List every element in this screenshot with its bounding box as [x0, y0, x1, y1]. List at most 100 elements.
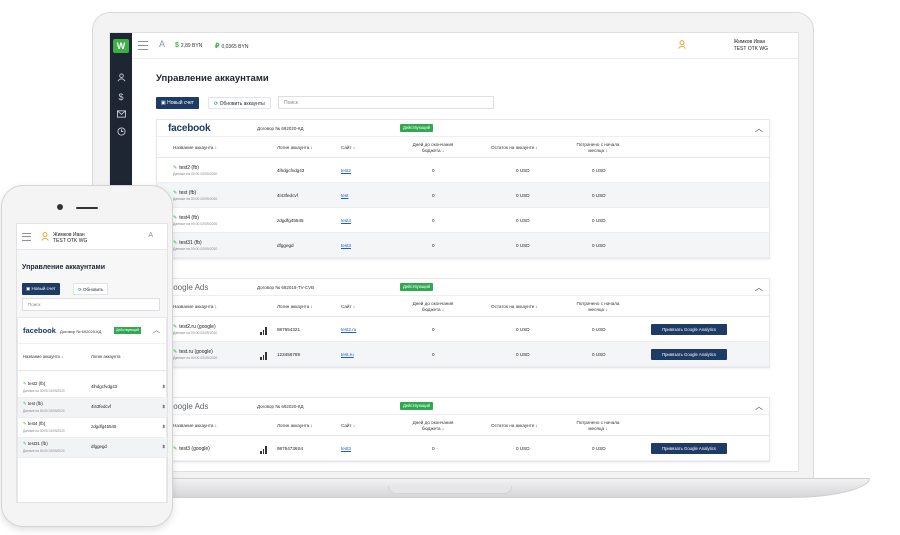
edit-icon[interactable]: ✎	[173, 215, 177, 221]
col-site[interactable]: Сайт ↓	[341, 423, 355, 429]
search-input[interactable]: Поиск	[278, 96, 494, 109]
table-row[interactable]: ✎ test.ru (google) Данные на 00:00 02/09/…	[157, 342, 769, 367]
card-header[interactable]: facebook Договор № 692020-КД Действующий…	[157, 120, 769, 137]
table-row[interactable]: ✎ test4 (fb) Данные на 00:00 02/09/2020 z…	[157, 208, 769, 233]
edit-icon[interactable]: ✎	[173, 446, 177, 452]
page-title: Управление аккаунтами	[22, 264, 106, 271]
brand-logo[interactable]: W	[113, 39, 129, 53]
language-icon[interactable]: A	[159, 39, 165, 49]
login: 4lhdgcfvdg43	[277, 168, 305, 173]
link-google-analytics-button[interactable]: Привязать Google Analytics	[651, 324, 727, 335]
new-account-button[interactable]: ▣ Новый счет	[156, 97, 199, 109]
col-days[interactable]: Дней до окончания бюджета ↓	[403, 420, 463, 431]
update-button[interactable]: ⟳ Обновить	[73, 283, 109, 295]
site-link[interactable]: test3	[341, 446, 351, 451]
col-days[interactable]: Дней до окончания бюджета ↓	[403, 142, 463, 153]
account-name: ✎ test4 (fb)	[23, 421, 46, 426]
card-header[interactable]: Google Ads Договор № 692018-TV-CVB Дейст…	[157, 279, 769, 296]
edit-icon[interactable]: ✎	[173, 240, 177, 246]
table-row[interactable]: ✎ test3 (google) 98764736S4 test3 0 0 USD…	[157, 436, 769, 461]
col-spent[interactable]: Потрачено с начала месяца ↓	[571, 142, 625, 153]
update-accounts-button[interactable]: ⟳ Обновить аккаунты	[208, 97, 271, 109]
list-item[interactable]: ✎ test31 (fb) Данные на 00:00 02/09/2020…	[18, 438, 167, 458]
days-left: 0	[432, 352, 435, 357]
site-link[interactable]: test3	[341, 243, 351, 248]
col-login[interactable]: Логин аккаунта	[91, 354, 120, 359]
col-account-name[interactable]: Название аккаунта ↓	[173, 304, 217, 310]
table-row[interactable]: ✎ test (fb) Данные на 00:00 02/09/2020 4l…	[157, 183, 769, 208]
col-spent[interactable]: Потрачено с начала месяца ↓	[571, 301, 625, 312]
table-row[interactable]: ✎ test2.ru (google) Данные на 00:00 02/09…	[157, 317, 769, 342]
card-header[interactable]: Google Ads Договор № 692020-КД Действующ…	[157, 398, 769, 415]
days-left: 0	[432, 243, 435, 248]
edit-icon[interactable]: ✎	[173, 190, 177, 196]
site-link[interactable]: test	[341, 193, 348, 198]
table-row[interactable]: ✎ test2 (fb) Данные на 00:00 02/09/2020 4…	[157, 158, 769, 183]
new-account-button[interactable]: ▣ Новый счет	[22, 283, 60, 295]
chevron-up-icon[interactable]: ︿	[755, 401, 763, 412]
data-date: Данные на 00:00 02/09/2020	[173, 331, 218, 335]
balance: 0 USD	[516, 446, 530, 451]
google-ads-logo: Google Ads	[167, 402, 209, 411]
search-input[interactable]: Поиск	[22, 298, 160, 311]
user-info[interactable]: Жимков Иван TEST OTK WG	[53, 232, 87, 244]
edit-icon[interactable]: ✎	[173, 349, 177, 355]
mobile-app: Жимков Иван TEST OTK WG A Управление акк…	[16, 223, 168, 503]
camera-icon	[57, 204, 63, 210]
contract-number: Договор № 692018-TV-CVB	[257, 285, 315, 290]
data-date: Данные на 00:00 02/09/2020	[23, 389, 65, 393]
spent: 0 USD	[592, 218, 606, 223]
col-balance[interactable]: Остаток на аккаунте ↓	[491, 304, 538, 310]
dollar-icon[interactable]: $	[115, 91, 127, 103]
col-days[interactable]: Дней до окончания бюджета ↓	[403, 301, 463, 312]
chevron-up-icon[interactable]: ︿	[153, 325, 160, 335]
chevron-up-icon[interactable]: ︿	[755, 282, 763, 293]
link-google-analytics-button[interactable]: Привязать Google Analytics	[651, 349, 727, 360]
days-left: 0	[432, 327, 435, 332]
status-badge: Действующий	[114, 327, 142, 334]
edit-icon[interactable]: ✎	[173, 165, 177, 171]
spent: 0 USD	[592, 327, 606, 332]
site-link[interactable]: test4	[341, 218, 351, 223]
list-item[interactable]: ✎ test2 (fb) Данные на 00:00 02/09/2020 …	[18, 378, 167, 398]
col-site[interactable]: Сайт ↓	[341, 145, 355, 151]
list-item[interactable]: ✎ test4 (fb) Данные на 00:00 02/09/2020 …	[18, 418, 167, 438]
edit-icon[interactable]: ✎	[173, 324, 177, 330]
account-name: ✎ test2.ru (google)	[173, 324, 216, 330]
col-login[interactable]: Логин аккаунта ↓	[277, 304, 313, 310]
login: 4lhdgcfvdg43	[91, 384, 118, 389]
login: dfggegd	[91, 444, 107, 449]
list-item[interactable]: ✎ test (fb) Данные на 00:00 02/09/2020 4…	[18, 398, 167, 418]
col-balance[interactable]: Остаток на аккаунте ↓	[491, 145, 538, 151]
signal-bars-icon	[260, 446, 268, 454]
chevron-up-icon[interactable]: ︿	[755, 123, 763, 134]
col-site[interactable]: Сайт ↓	[341, 304, 355, 310]
col-login[interactable]: Логин аккаунта ↓	[277, 423, 313, 429]
col-login[interactable]: Логин аккаунта ↓	[277, 145, 313, 151]
spent: 0 USD	[592, 243, 606, 248]
link-google-analytics-button[interactable]: Привязать Google Analytics	[651, 443, 727, 454]
language-icon[interactable]: A	[148, 232, 153, 239]
user-info[interactable]: Жимков Иван TEST OTK WG	[734, 39, 768, 53]
user-avatar-icon[interactable]	[41, 232, 49, 241]
account-name: ✎ test (fb)	[23, 401, 43, 406]
table-header: Название аккаунта ↓ Логин аккаунта ↓ Сай…	[157, 415, 769, 436]
col-account-name[interactable]: Название аккаунта ↓	[23, 354, 63, 359]
mockup-stage: W $ A $2,89 BYN ₽0,0365 BYN Жимков Иван …	[0, 0, 900, 535]
site-link[interactable]: test.ru	[341, 352, 354, 357]
site-link[interactable]: test2	[341, 168, 351, 173]
site-link[interactable]: test2.ru	[341, 327, 356, 332]
col-account-name[interactable]: Название аккаунта ↓	[173, 423, 217, 429]
col-account-name[interactable]: Название аккаунта ↓	[173, 145, 217, 151]
col-balance[interactable]: Остаток на аккаунте ↓	[491, 423, 538, 429]
clock-icon[interactable]	[115, 127, 127, 139]
account-name: ✎ test.ru (google)	[173, 349, 213, 355]
user-avatar-icon[interactable]	[678, 40, 686, 49]
menu-icon[interactable]	[138, 41, 148, 50]
col-spent[interactable]: Потрачено с начала месяца ↓	[571, 420, 625, 431]
user-company: TEST OTK WG	[733, 46, 768, 52]
user-icon[interactable]	[115, 73, 127, 85]
menu-icon[interactable]	[22, 233, 31, 241]
mail-icon[interactable]	[115, 109, 127, 121]
table-row[interactable]: ✎ test31 (fb) Данные на 00:00 02/09/2020 …	[157, 233, 769, 258]
